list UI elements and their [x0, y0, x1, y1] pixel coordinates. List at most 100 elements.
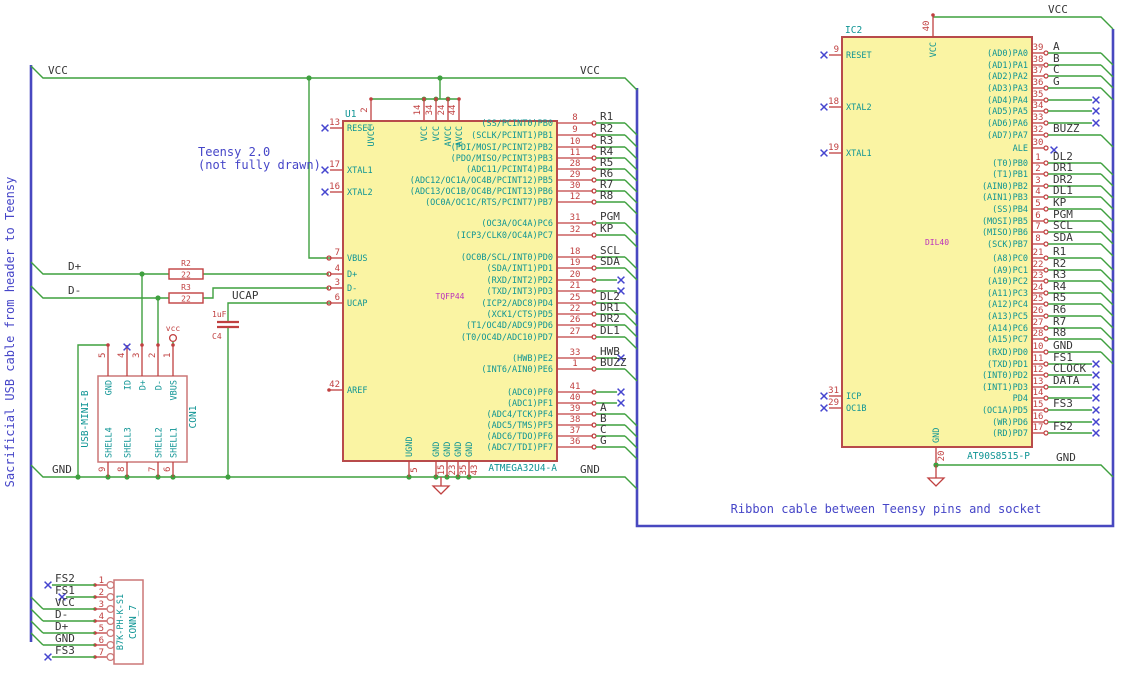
pin-number: 8	[1035, 234, 1040, 244]
pin-name: VCC	[929, 42, 939, 57]
pin-number: 23	[1033, 271, 1044, 281]
con1-ref: CON1	[188, 405, 199, 428]
pin-name: (ADC12/OC1A/OC4B/PCINT12)PB5	[410, 176, 553, 186]
u1-package: TQFP44	[436, 292, 465, 301]
pin-name: (PDO/MISO/PCINT3)PB3	[451, 154, 553, 164]
pin-end-dot	[140, 343, 144, 347]
pin-number: 13	[329, 118, 340, 128]
pin-number: 11	[1033, 354, 1044, 364]
pin-number: 36	[570, 437, 581, 447]
con1-value: USB-MINI-B	[80, 390, 91, 447]
resistor-r2: R2 22	[168, 259, 204, 280]
pin-number: 25	[1033, 294, 1044, 304]
pin-number: 23	[448, 465, 458, 476]
pin-end-circle	[106, 616, 115, 625]
pin-number: 12	[570, 192, 581, 202]
pin-end-dot	[327, 388, 331, 392]
bus-entry	[30, 608, 44, 622]
net-label-vcc: VCC	[580, 64, 600, 77]
pin-end-circle	[591, 120, 597, 126]
bus-entry	[30, 632, 44, 646]
bus-entry	[1100, 196, 1114, 210]
bus-entry	[624, 313, 638, 327]
bus-entry	[1100, 243, 1114, 257]
pin-name: GND	[443, 442, 453, 457]
pin-number: 32	[1033, 125, 1044, 135]
pin-name: (OC0A/OC1C/RTS/PCINT7)PB7	[425, 198, 553, 208]
pin-name: VBUS	[347, 254, 367, 264]
pin-number: 1	[572, 359, 577, 369]
pin-end-circle	[1043, 372, 1049, 378]
bus-entry	[30, 620, 44, 634]
resistor-ref: R3	[181, 283, 191, 292]
pin-number: 6	[1035, 211, 1040, 221]
pin-end-dot	[171, 343, 175, 347]
pin-number: 12	[1033, 365, 1044, 375]
pin-end-circle	[591, 411, 597, 417]
bus-entry	[1100, 52, 1114, 66]
pin-number: 35	[459, 465, 469, 476]
pin-end-circle	[591, 444, 597, 450]
pin-end-circle	[591, 433, 597, 439]
pin-name: (SDA/INT1)PD1	[486, 264, 553, 274]
pin-number: 7	[335, 248, 340, 258]
pin-name: GND	[932, 428, 942, 443]
note-sacrificial-usb: Sacrificial USB cable from header to Tee…	[3, 177, 17, 488]
net-label-dl1: DL1	[600, 324, 620, 337]
bus-entry	[624, 267, 638, 281]
pin-number: 7	[1035, 222, 1040, 232]
pin-number: 26	[1033, 306, 1044, 316]
bus-entry	[1100, 280, 1114, 294]
pin-number: 43	[470, 465, 480, 476]
pin-end-dot	[457, 97, 461, 101]
pin-name: (TXD/INT3)PD3	[486, 287, 553, 297]
pin-number: 2	[148, 353, 158, 358]
pin-name: (RD)PD7	[992, 429, 1028, 439]
bus-entry	[624, 413, 638, 427]
pin-name: GND	[454, 442, 464, 457]
pin-name: SHELL4	[105, 427, 115, 458]
bus-entry	[1100, 87, 1114, 101]
pin-number: 1	[163, 353, 173, 358]
pin-name: (T1/OC4D/ADC9)PD6	[466, 321, 553, 331]
net-label-g: G	[1053, 75, 1060, 88]
pin-number: 22	[1033, 260, 1044, 270]
pin-number: 8	[572, 113, 577, 123]
pin-name: (A14)PC6	[987, 324, 1028, 334]
pin-number: 32	[570, 225, 581, 235]
pin-end-circle	[1043, 290, 1049, 296]
pin-name: (ADC6/TDO)PF6	[486, 432, 553, 442]
pin-name: XTAL2	[347, 188, 373, 198]
pin-end-circle	[591, 366, 597, 372]
pin-number: 9	[834, 45, 839, 55]
u1-value: ATMEGA32U4-A	[488, 463, 557, 474]
pin-end-circle	[591, 166, 597, 172]
bus-entry	[1100, 220, 1114, 234]
pin-number: 6	[335, 293, 340, 303]
gnd-symbol-ic2	[926, 465, 946, 487]
bus-entry	[624, 446, 638, 460]
note-teensy-line1: Teensy 2.0	[198, 145, 270, 159]
bus-entry	[624, 134, 638, 148]
bus-entry	[624, 256, 638, 270]
pin-end-circle	[106, 580, 115, 589]
bus-entry	[624, 201, 638, 215]
capacitor-ref: C4	[212, 332, 222, 341]
bus-entry	[1100, 162, 1114, 176]
pin-end-circle	[1043, 97, 1049, 103]
pin-name: (ADC4/TCK)PF4	[486, 410, 553, 420]
pin-end-circle	[591, 355, 597, 361]
pin-number: 9	[572, 125, 577, 135]
net-label-data: DATA	[1053, 374, 1080, 387]
bus-entry	[1100, 134, 1114, 148]
pin-number: 2	[360, 107, 370, 112]
pin-end-circle	[1043, 206, 1049, 212]
net-label-gnd: GND	[580, 463, 600, 476]
bus-entry	[1100, 208, 1114, 222]
pin-name: (AIN1)PB3	[982, 193, 1028, 203]
pin-number: 7	[148, 467, 158, 472]
pin-name: (OC3A/OC4A)PC6	[481, 219, 553, 229]
pin-end-circle	[106, 640, 115, 649]
pin-name: (AD2)PA2	[987, 72, 1028, 82]
pin-name: VCC	[432, 126, 442, 141]
